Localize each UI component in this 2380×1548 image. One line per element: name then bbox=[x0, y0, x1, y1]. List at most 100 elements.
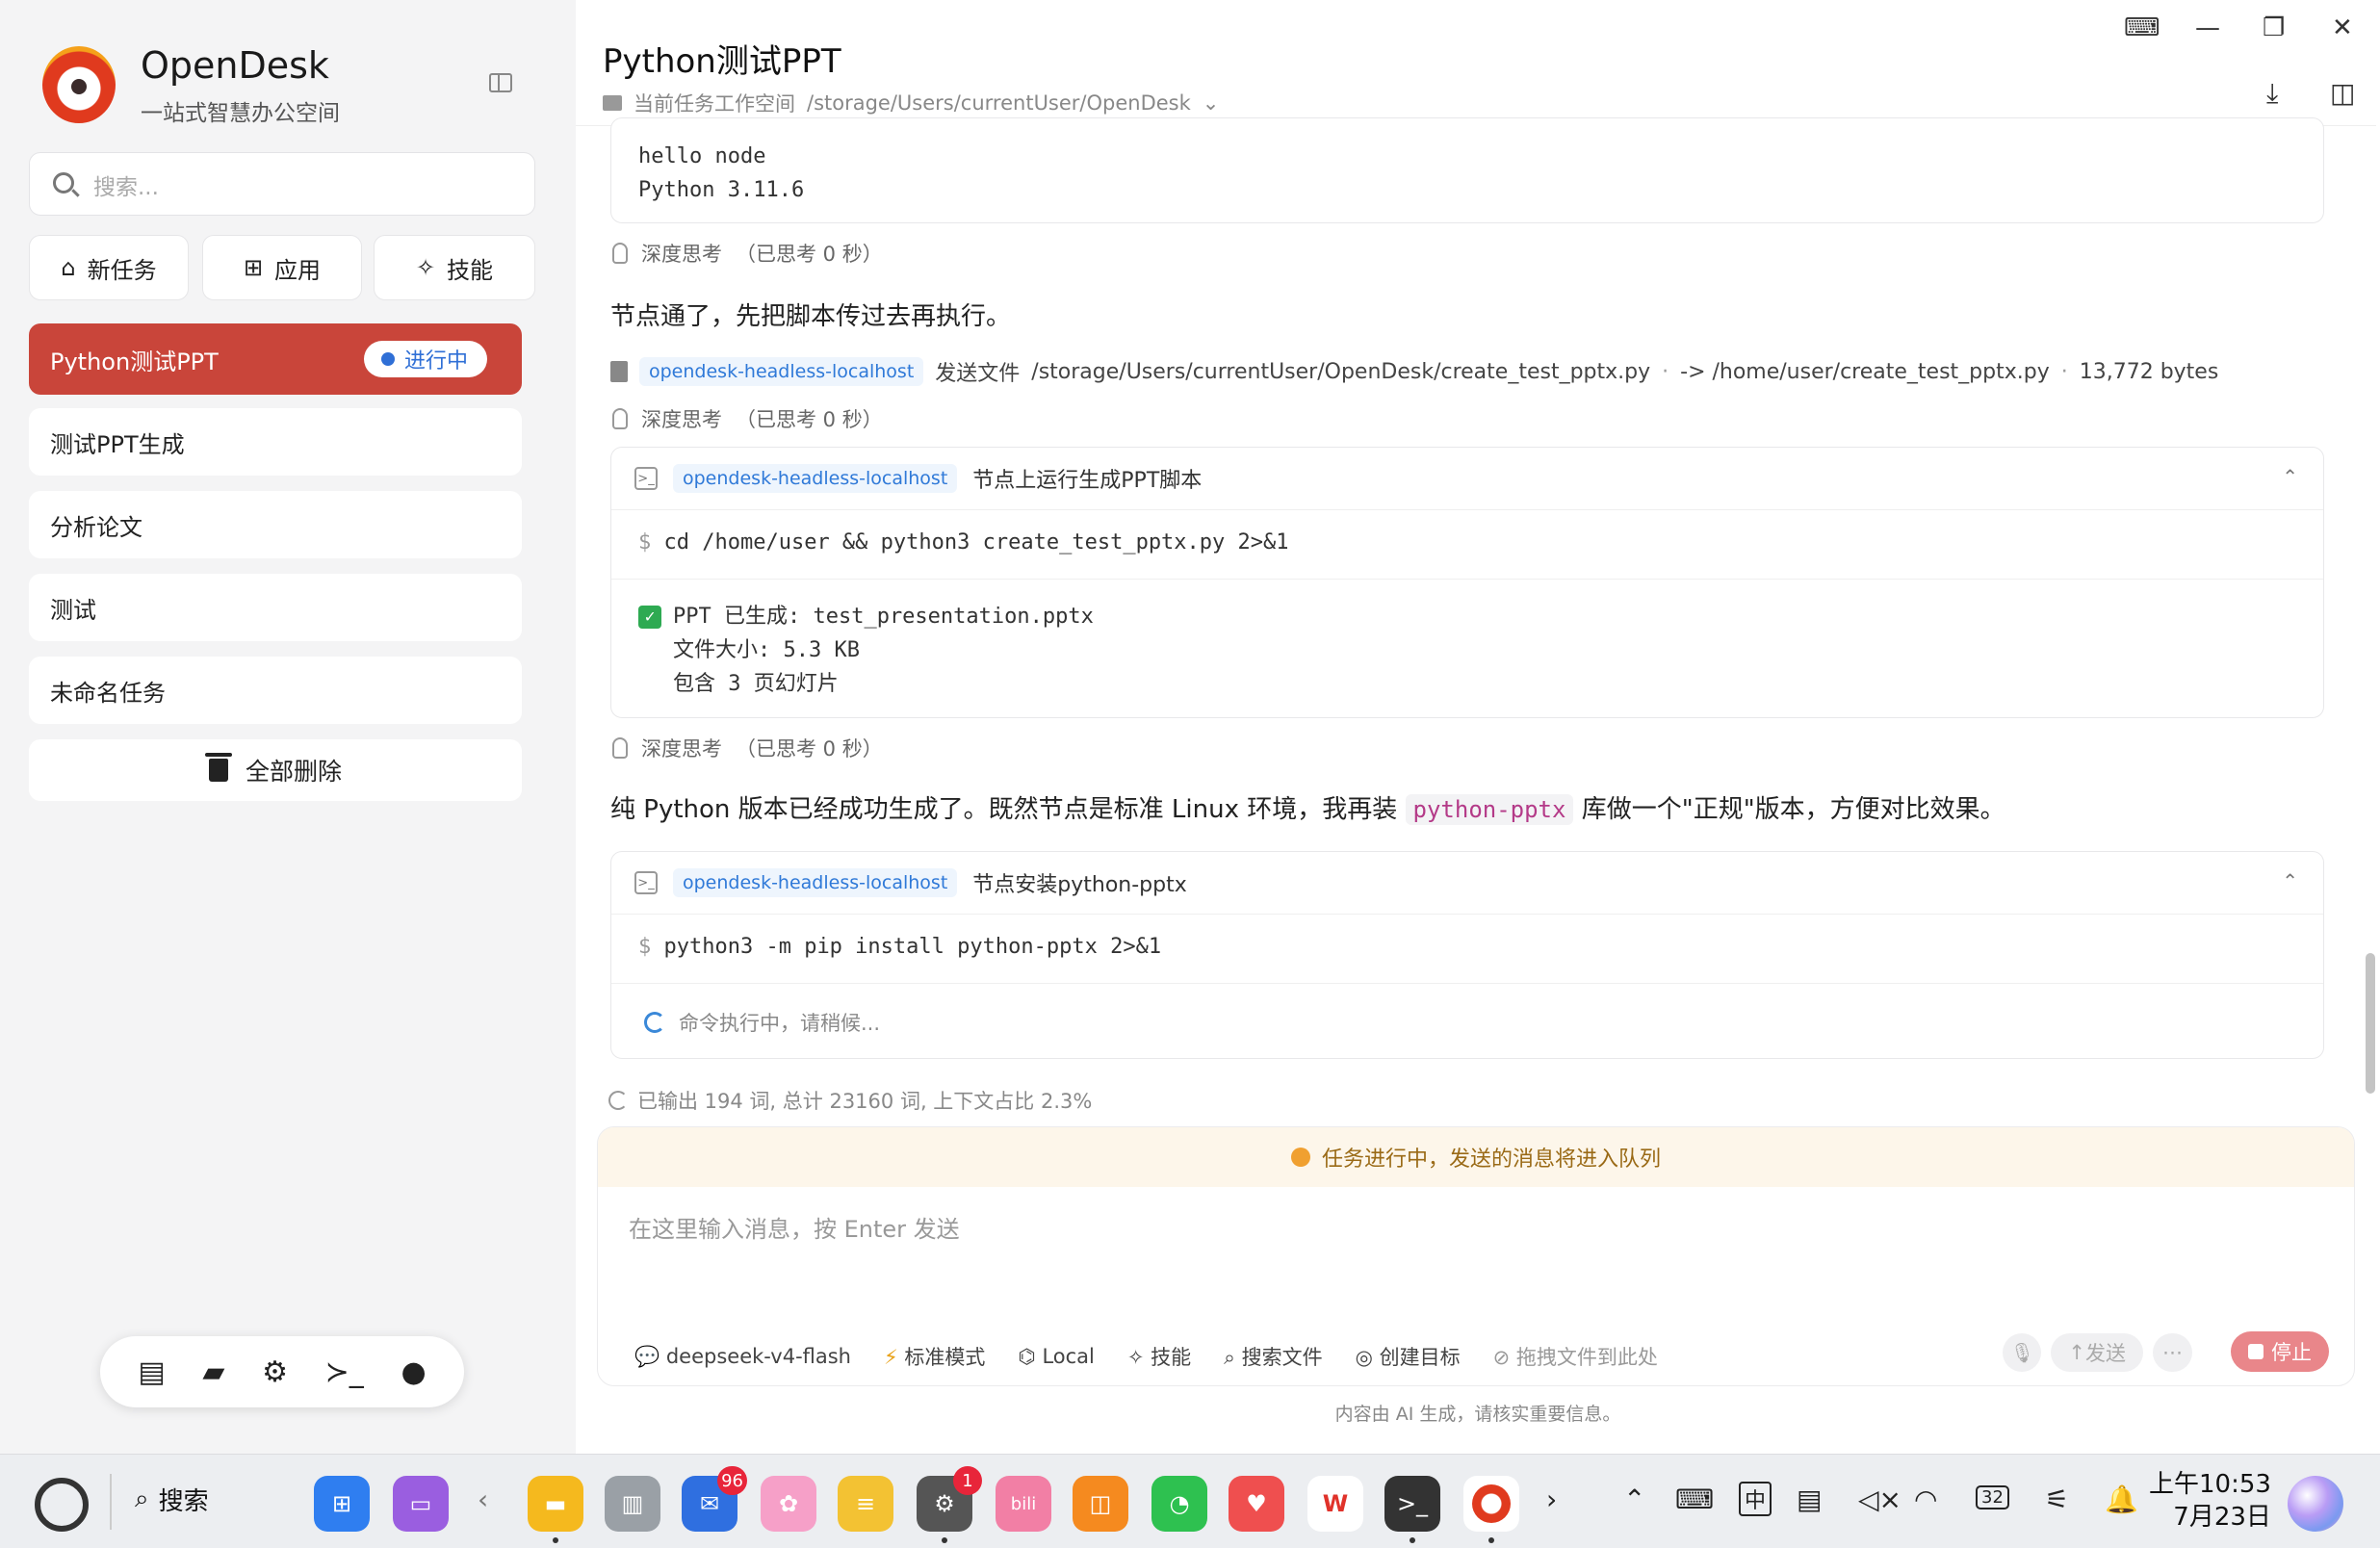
wps-app-icon[interactable]: W bbox=[1307, 1476, 1363, 1532]
taskbar-search[interactable]: ⌕ 搜索 bbox=[135, 1482, 209, 1517]
terminal-app-icon[interactable]: >_ bbox=[1384, 1476, 1440, 1543]
delete-all-button[interactable]: 全部删除 bbox=[29, 739, 522, 801]
search-icon bbox=[53, 172, 74, 194]
battery-indicator[interactable]: 32 bbox=[1976, 1485, 2009, 1509]
ime-indicator[interactable]: 中 bbox=[1739, 1482, 1772, 1516]
command-header[interactable]: >_ opendesk-headless-localhost 节点上运行生成PP… bbox=[634, 463, 1202, 494]
terminal-icon[interactable]: ≻_ bbox=[325, 1355, 364, 1389]
panel-toggle-icon[interactable]: ◫ bbox=[2330, 77, 2355, 109]
chevron-up-icon[interactable]: ⌃ bbox=[1623, 1484, 1645, 1515]
home-icon: ⌂ bbox=[61, 254, 76, 281]
mode-selector[interactable]: ⚡ 标准模式 bbox=[884, 1342, 985, 1371]
inline-code: python-pptx bbox=[1405, 794, 1574, 825]
trash-app-icon[interactable]: ▥ bbox=[605, 1476, 660, 1532]
apps-label: 应用 bbox=[274, 256, 322, 284]
notification-bell-icon[interactable]: 🔔 bbox=[2105, 1484, 2138, 1515]
app-grid-icon[interactable]: ⊞ bbox=[314, 1476, 370, 1532]
download-icon[interactable]: ⤓ bbox=[2266, 77, 2278, 110]
running-text: 命令执行中，请稍候... bbox=[679, 1012, 881, 1035]
microphone-icon[interactable]: 🎙 bbox=[2003, 1333, 2042, 1372]
sidebar-task-python-ppt[interactable]: Python测试PPT 进行中 bbox=[29, 323, 522, 395]
clipboard-icon[interactable]: ▤ bbox=[1797, 1484, 1822, 1515]
search-icon: ⌕ bbox=[1224, 1346, 1242, 1369]
chevron-up-icon[interactable]: ⌃ bbox=[2282, 465, 2298, 488]
wifi-icon[interactable]: ◠ bbox=[1914, 1484, 1937, 1515]
stop-button[interactable]: 停止 bbox=[2231, 1331, 2329, 1372]
user-icon[interactable]: ● bbox=[401, 1355, 426, 1389]
office-app-icon[interactable]: ◫ bbox=[1073, 1476, 1128, 1532]
keyboard-icon[interactable]: ⌨ bbox=[2124, 13, 2160, 42]
create-goal-label: 创建目标 bbox=[1379, 1346, 1461, 1369]
running-indicator bbox=[1488, 1537, 1494, 1543]
command-header[interactable]: >_ opendesk-headless-localhost 节点安装pytho… bbox=[634, 867, 1187, 898]
sidebar-task[interactable]: 分析论文 bbox=[29, 491, 522, 558]
sidebar-task[interactable]: 未命名任务 bbox=[29, 657, 522, 724]
main-panel: Python测试PPT 当前任务工作空间 /storage/Users/curr… bbox=[576, 0, 2380, 1454]
chevron-left-icon[interactable]: ‹ bbox=[478, 1484, 488, 1515]
message-text: 库做一个"正规"版本，方便对比效果。 bbox=[1581, 795, 2005, 824]
trash-icon bbox=[204, 753, 232, 782]
volume-mute-icon[interactable]: ◁× bbox=[1858, 1484, 1901, 1515]
deep-think-row[interactable]: 深度思考 （已思考 0 秒） bbox=[612, 734, 883, 762]
clock[interactable]: 上午10:53 7月23日 bbox=[2149, 1468, 2271, 1534]
divider bbox=[611, 983, 2323, 984]
workspace-label: 当前任务工作空间 bbox=[634, 92, 795, 116]
minimize-icon[interactable]: — bbox=[2195, 13, 2220, 42]
bulb-icon bbox=[612, 243, 628, 264]
send-file-row: opendesk-headless-localhost 发送文件 /storag… bbox=[610, 356, 2218, 387]
sidebar-search[interactable]: 搜索... bbox=[29, 152, 535, 216]
mode-label: 标准模式 bbox=[904, 1346, 986, 1369]
attach-drop-zone[interactable]: ⊘ 拖拽文件到此处 bbox=[1493, 1342, 1658, 1371]
think-time: （已思考 0 秒） bbox=[736, 737, 883, 761]
opendesk-app-icon[interactable] bbox=[1463, 1476, 1519, 1543]
bilibili-app-icon[interactable]: bili bbox=[996, 1476, 1051, 1532]
chevron-up-icon[interactable]: ⌃ bbox=[2282, 869, 2298, 892]
more-icon[interactable]: ⋯ bbox=[2153, 1333, 2192, 1372]
status-badge: 进行中 bbox=[363, 341, 487, 377]
workspace-selector[interactable]: 当前任务工作空间 /storage/Users/currentUser/Open… bbox=[603, 89, 1219, 117]
wechat-app-icon[interactable]: ◔ bbox=[1151, 1476, 1207, 1532]
stop-label: 停止 bbox=[2271, 1341, 2312, 1364]
assistant-orb-icon[interactable] bbox=[2288, 1476, 2343, 1532]
photos-app-icon[interactable]: ✿ bbox=[761, 1476, 816, 1532]
apps-button[interactable]: ⊞ 应用 bbox=[202, 235, 362, 300]
folder-icon[interactable]: ▰ bbox=[202, 1355, 224, 1389]
sidebar-task[interactable]: 测试PPT生成 bbox=[29, 408, 522, 476]
brand-title: OpenDesk bbox=[141, 44, 329, 87]
workspace-path: /storage/Users/currentUser/OpenDesk bbox=[807, 91, 1191, 115]
control-center-icon[interactable]: ⚟ bbox=[2045, 1484, 2069, 1515]
briefcase-icon bbox=[603, 95, 622, 111]
mail-app-icon[interactable]: ✉ 96 bbox=[682, 1466, 747, 1532]
search-files-button[interactable]: ⌕ 搜索文件 bbox=[1224, 1342, 1322, 1371]
multitask-icon[interactable]: ▭ bbox=[393, 1476, 449, 1532]
restore-icon[interactable]: ❐ bbox=[2263, 13, 2285, 42]
keyboard-icon[interactable]: ⌨ bbox=[1675, 1484, 1714, 1515]
deep-think-row[interactable]: 深度思考 （已思考 0 秒） bbox=[612, 239, 883, 268]
target-icon: ◎ bbox=[1355, 1346, 1380, 1369]
env-selector[interactable]: ⌬ Local bbox=[1018, 1345, 1094, 1368]
new-task-button[interactable]: ⌂ 新任务 bbox=[29, 235, 189, 300]
bulb-icon bbox=[612, 408, 628, 429]
settings-app-icon[interactable]: ⚙ 1 bbox=[917, 1466, 982, 1543]
music-app-icon[interactable]: ♥ bbox=[1229, 1476, 1284, 1532]
command-block: >_ opendesk-headless-localhost 节点上运行生成PP… bbox=[610, 447, 2324, 718]
skills-selector[interactable]: ✧ 技能 bbox=[1127, 1342, 1191, 1371]
deep-think-row[interactable]: 深度思考 （已思考 0 秒） bbox=[612, 404, 883, 433]
chevron-right-icon[interactable]: › bbox=[1546, 1484, 1557, 1515]
close-icon[interactable]: ✕ bbox=[2332, 13, 2353, 42]
create-goal-button[interactable]: ◎ 创建目标 bbox=[1356, 1342, 1461, 1371]
skills-button[interactable]: ✧ 技能 bbox=[374, 235, 535, 300]
files-app-icon[interactable]: ▬ bbox=[528, 1476, 583, 1543]
mail-badge: 96 bbox=[717, 1466, 747, 1495]
notes-app-icon[interactable]: ≡ bbox=[838, 1476, 893, 1532]
model-selector[interactable]: 💬 deepseek-v4-flash bbox=[634, 1345, 851, 1369]
send-button[interactable]: ↑ 发送 bbox=[2051, 1333, 2143, 1372]
scrollbar[interactable] bbox=[2366, 953, 2375, 1094]
collapse-sidebar-icon[interactable] bbox=[489, 73, 512, 92]
paperclip-icon: ⊘ bbox=[1492, 1346, 1516, 1369]
sidebar-task[interactable]: 测试 bbox=[29, 574, 522, 641]
server-icon[interactable]: ▤ bbox=[138, 1355, 165, 1389]
message-input[interactable]: 在这里输入消息，按 Enter 发送 bbox=[629, 1210, 960, 1244]
launcher-icon[interactable] bbox=[35, 1478, 89, 1532]
gear-icon[interactable]: ⚙ bbox=[262, 1355, 288, 1389]
